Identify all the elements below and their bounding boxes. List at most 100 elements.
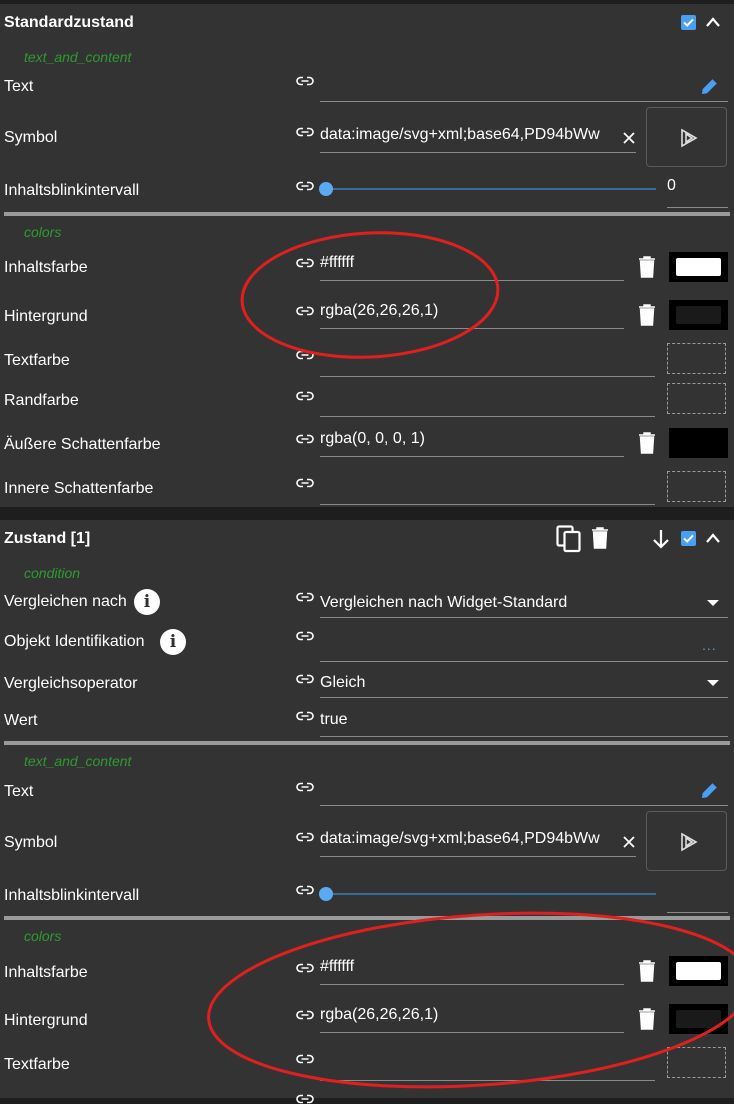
checkbox-icon[interactable] (681, 531, 696, 546)
vergleichen-nach-value: Vergleichen nach Widget-Standard (320, 594, 568, 611)
link-icon[interactable] (296, 478, 314, 488)
inhaltsfarbe-swatch[interactable] (669, 252, 728, 282)
color-preview (676, 434, 721, 452)
section-divider (4, 741, 730, 745)
link-icon[interactable] (296, 258, 314, 268)
pencil-icon[interactable] (701, 782, 718, 799)
link-icon[interactable] (296, 434, 314, 444)
text-input[interactable] (320, 71, 728, 102)
checkbox-icon[interactable] (681, 15, 696, 30)
link-icon[interactable] (296, 1094, 314, 1104)
inhaltsfarbe-input[interactable] (320, 250, 624, 281)
textfarbe-swatch[interactable] (667, 343, 726, 374)
trash-icon[interactable] (638, 304, 656, 326)
vergleichen-nach-label: Vergleichen nach (4, 593, 127, 610)
blink-slider-thumb[interactable] (319, 887, 333, 901)
textfarbe-label: Textfarbe (4, 1056, 70, 1073)
info-icon[interactable]: i (160, 629, 186, 655)
vergleichsoperator-value: Gleich (320, 674, 366, 691)
link-icon[interactable] (296, 711, 314, 721)
hintergrund-swatch[interactable] (669, 300, 728, 330)
link-icon[interactable] (296, 963, 314, 973)
color-preview (676, 962, 721, 980)
symbol-preview-button[interactable] (646, 107, 727, 167)
inhaltsfarbe-label: Inhaltsfarbe (4, 259, 88, 276)
dropdown-arrow-icon[interactable] (707, 680, 719, 686)
color-preview (676, 1010, 721, 1028)
inhaltsfarbe-swatch[interactable] (669, 956, 728, 986)
link-icon[interactable] (296, 1054, 314, 1064)
innere-schattenfarbe-swatch[interactable] (667, 471, 726, 502)
textfarbe-input[interactable] (320, 346, 655, 377)
link-icon[interactable] (296, 631, 314, 641)
color-preview (676, 306, 721, 324)
dropdown-arrow-icon[interactable] (707, 600, 719, 606)
group-label-colors: colors (24, 928, 62, 944)
objekt-identifikation-label: Objekt Identifikation (4, 633, 145, 650)
info-icon[interactable]: i (134, 589, 160, 615)
symbol-preview-button[interactable] (646, 811, 727, 871)
randfarbe-label: Randfarbe (4, 392, 79, 409)
text-input[interactable] (320, 775, 728, 806)
link-icon[interactable] (296, 674, 314, 684)
textfarbe-swatch[interactable] (667, 1047, 726, 1078)
link-icon[interactable] (296, 782, 314, 792)
arrow-down-icon[interactable] (651, 528, 671, 550)
link-icon[interactable] (296, 306, 314, 316)
close-icon[interactable] (622, 835, 636, 849)
trash-icon[interactable] (591, 527, 609, 549)
objekt-identifikation-input[interactable] (320, 631, 728, 662)
link-icon[interactable] (296, 1010, 314, 1020)
hintergrund-swatch[interactable] (669, 1004, 728, 1034)
group-label-condition: condition (24, 565, 81, 581)
link-icon[interactable] (296, 76, 314, 86)
blink-number-input[interactable] (667, 177, 728, 208)
link-icon[interactable] (296, 592, 314, 602)
aussere-schattenfarbe-swatch[interactable] (669, 428, 728, 458)
blink-slider-thumb[interactable] (319, 182, 333, 196)
blink-number-input[interactable] (667, 882, 728, 913)
randfarbe-swatch[interactable] (667, 383, 726, 414)
trash-icon[interactable] (638, 960, 656, 982)
wert-input[interactable] (320, 706, 728, 737)
color-preview (676, 258, 721, 276)
inhaltsfarbe-value: #ffffff (320, 958, 355, 975)
more-options-button[interactable]: ... (702, 637, 717, 653)
innere-schattenfarbe-input[interactable] (320, 474, 655, 505)
chevron-up-icon[interactable] (705, 16, 721, 28)
aussere-schattenfarbe-label: Äußere Schattenfarbe (4, 436, 161, 453)
link-icon[interactable] (296, 885, 314, 895)
chevron-up-icon[interactable] (705, 532, 721, 544)
text-label: Text (4, 78, 34, 95)
symbol-value: data:image/svg+xml;base64,PD94bWw (320, 830, 600, 847)
copy-icon[interactable] (556, 525, 582, 553)
blink-label: Inhaltsblinkintervall (4, 182, 140, 199)
link-icon[interactable] (296, 181, 314, 191)
link-icon[interactable] (296, 350, 314, 360)
inhaltsfarbe-input[interactable] (320, 954, 624, 985)
hintergrund-value: rgba(26,26,26,1) (320, 1006, 439, 1023)
blink-slider-track[interactable] (326, 893, 656, 895)
textfarbe-input[interactable] (320, 1050, 655, 1081)
symbol-label: Symbol (4, 129, 58, 146)
play-icon (681, 832, 698, 852)
symbol-label: Symbol (4, 834, 58, 851)
link-icon[interactable] (296, 127, 314, 137)
vergleichsoperator-select[interactable] (320, 667, 728, 698)
trash-icon[interactable] (638, 432, 656, 454)
trash-icon[interactable] (638, 1008, 656, 1030)
randfarbe-input[interactable] (320, 386, 655, 417)
hintergrund-label: Hintergrund (4, 1012, 88, 1029)
group-label-text-and-content: text_and_content (24, 753, 132, 769)
pencil-icon[interactable] (701, 78, 718, 95)
trash-icon[interactable] (638, 256, 656, 278)
symbol-value: data:image/svg+xml;base64,PD94bWw (320, 126, 600, 143)
section-divider (4, 212, 730, 216)
link-icon[interactable] (296, 391, 314, 401)
blink-slider-track[interactable] (326, 188, 656, 190)
aussere-schattenfarbe-value: rgba(0, 0, 0, 1) (320, 430, 425, 447)
inhaltsfarbe-value: #ffffff (320, 254, 355, 271)
inhaltsfarbe-label: Inhaltsfarbe (4, 964, 88, 981)
close-icon[interactable] (622, 131, 636, 145)
link-icon[interactable] (296, 832, 314, 842)
